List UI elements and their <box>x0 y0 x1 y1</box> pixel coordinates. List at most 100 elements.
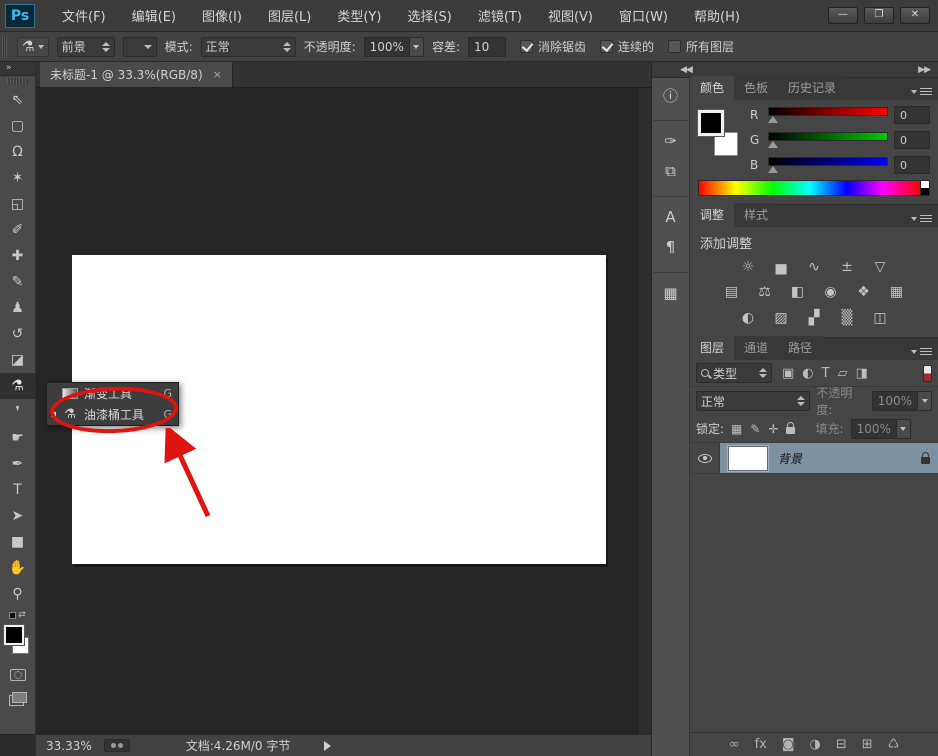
minimize-button[interactable]: — <box>828 7 858 24</box>
opacity-dropdown-button[interactable] <box>410 37 424 57</box>
zoom-level[interactable]: 33.33% <box>46 739 92 753</box>
all-layers-checkbox[interactable]: 所有图层 <box>668 38 734 55</box>
close-icon[interactable]: × <box>213 68 222 81</box>
foreground-color-swatch[interactable] <box>698 110 724 136</box>
selective-color-icon[interactable]: ◫ <box>868 309 892 328</box>
lock-pixels-icon[interactable]: ✎ <box>750 422 760 436</box>
scrollbar[interactable] <box>638 88 651 734</box>
collapse-panels-icon[interactable]: ◀◀ <box>680 65 692 75</box>
brightness-contrast-icon[interactable]: ☼ <box>736 257 760 276</box>
curves-icon[interactable]: ∿ <box>802 257 826 276</box>
tab-styles[interactable]: 样式 <box>734 203 778 227</box>
panel-menu-icon[interactable] <box>911 88 932 100</box>
delete-layer-icon[interactable]: ♺ <box>888 737 900 752</box>
menu-item[interactable]: 文件(F) <box>49 0 119 31</box>
brush-tool[interactable]: ✎ <box>0 269 35 295</box>
layer-style-icon[interactable]: fx <box>755 737 767 752</box>
tab-channels[interactable]: 通道 <box>734 336 778 360</box>
slider-thumb[interactable] <box>768 166 778 173</box>
new-adjustment-icon[interactable]: ◑ <box>809 737 820 752</box>
vibrance-icon[interactable]: ▽ <box>868 257 892 276</box>
history-brush-tool[interactable]: ↺ <box>0 321 35 347</box>
scrubby-zoom-icon[interactable] <box>104 739 130 752</box>
filter-type-icon[interactable]: T <box>822 366 830 381</box>
close-button[interactable]: ✕ <box>900 7 930 24</box>
background-layer-row[interactable]: 背景 <box>690 443 938 474</box>
foreground-color-swatch[interactable] <box>4 625 24 645</box>
tool-preset-picker[interactable]: ⚗ <box>17 37 49 57</box>
filter-pixel-icon[interactable]: ▣ <box>782 366 794 381</box>
hue-saturation-icon[interactable]: ▤ <box>720 283 744 302</box>
menu-item[interactable]: 滤镜(T) <box>465 0 535 31</box>
red-slider-track[interactable] <box>768 107 888 116</box>
eraser-tool[interactable]: ◪ <box>0 347 35 373</box>
eyedropper-tool[interactable]: ✐ <box>0 217 35 243</box>
pen-tool[interactable]: ✒ <box>0 451 35 477</box>
menu-item[interactable]: 图像(I) <box>189 0 255 31</box>
lock-transparency-icon[interactable]: ▦ <box>731 422 742 436</box>
filter-toggle[interactable] <box>923 365 932 382</box>
green-slider-track[interactable] <box>768 132 888 141</box>
info-panel-icon[interactable]: ⓘ <box>654 80 688 110</box>
antialias-checkbox[interactable]: 消除锯齿 <box>520 38 586 55</box>
filter-smart-icon[interactable]: ◨ <box>856 366 868 381</box>
levels-icon[interactable]: ▅ <box>769 257 793 276</box>
clone-source-panel-icon[interactable]: ⧉ <box>654 156 688 186</box>
threshold-icon[interactable]: ▞ <box>802 309 826 328</box>
pattern-dropdown[interactable] <box>123 37 157 57</box>
spectrum-ramp[interactable] <box>698 180 921 196</box>
exposure-icon[interactable]: ± <box>835 257 859 276</box>
swap-colors-icon[interactable]: ⇄ <box>0 607 35 623</box>
gradient-tool-item[interactable]: 渐变工具 G <box>47 383 178 404</box>
maximize-button[interactable]: ❐ <box>864 7 894 24</box>
paint-bucket-tool-item[interactable]: ⚗ 油漆桶工具 G <box>47 404 178 425</box>
channel-mixer-icon[interactable]: ❖ <box>852 283 876 302</box>
smudge-tool[interactable]: ☛ <box>0 425 35 451</box>
posterize-icon[interactable]: ▨ <box>769 309 793 328</box>
toolbar-collapse-chevron[interactable]: » <box>0 62 35 76</box>
blur-tool[interactable]: ❜ <box>0 399 35 425</box>
zoom-tool[interactable]: ⚲ <box>0 581 35 607</box>
invert-icon[interactable]: ◐ <box>736 309 760 328</box>
panel-menu-icon[interactable] <box>911 348 932 360</box>
tab-color[interactable]: 颜色 <box>690 76 734 100</box>
fill-dropdown-button[interactable] <box>897 419 911 439</box>
paragraph-panel-icon[interactable]: ¶ <box>654 232 688 262</box>
path-selection-tool[interactable]: ➤ <box>0 503 35 529</box>
red-value-input[interactable]: 0 <box>894 106 930 124</box>
filter-shape-icon[interactable]: ▱ <box>838 366 848 381</box>
marquee-tool[interactable]: ▢ <box>0 113 35 139</box>
healing-brush-tool[interactable]: ✚ <box>0 243 35 269</box>
shape-tool[interactable]: ■ <box>0 529 35 555</box>
contiguous-checkbox[interactable]: 连续的 <box>600 38 654 55</box>
blend-mode-dropdown[interactable]: 正常 <box>696 391 810 411</box>
filter-adjustment-icon[interactable]: ◐ <box>802 366 813 381</box>
screen-mode-button[interactable] <box>0 687 35 711</box>
crop-tool[interactable]: ◱ <box>0 191 35 217</box>
tab-adjustments[interactable]: 调整 <box>690 203 734 227</box>
panel-menu-icon[interactable] <box>911 215 932 227</box>
menu-item[interactable]: 视图(V) <box>535 0 606 31</box>
paint-bucket-tool[interactable]: ⚗ <box>0 373 35 399</box>
mode-dropdown[interactable]: 正常 <box>201 37 296 57</box>
fill-source-dropdown[interactable]: 前景 <box>57 37 115 57</box>
layer-opacity-value[interactable]: 100% <box>872 391 918 411</box>
menu-item[interactable]: 窗口(W) <box>606 0 681 31</box>
toolbar-grip[interactable] <box>7 78 28 85</box>
brush-panel-icon[interactable]: ✑ <box>654 120 688 156</box>
type-tool[interactable]: T <box>0 477 35 503</box>
timeline-panel-icon[interactable]: ▦ <box>654 272 688 308</box>
green-value-input[interactable]: 0 <box>894 131 930 149</box>
new-group-icon[interactable]: ⊟ <box>836 737 847 752</box>
menu-item[interactable]: 帮助(H) <box>681 0 753 31</box>
blue-value-input[interactable]: 0 <box>894 156 930 174</box>
color-lookup-icon[interactable]: ▦ <box>885 283 909 302</box>
expand-panels-icon[interactable]: ▶▶ <box>918 65 930 75</box>
spectrum-bw-end[interactable] <box>921 180 930 196</box>
opacity-value[interactable]: 100% <box>364 37 410 57</box>
document-tab[interactable]: 未标题-1 @ 33.3%(RGB/8) × <box>40 62 233 87</box>
magic-wand-tool[interactable]: ✶ <box>0 165 35 191</box>
lock-all-icon[interactable] <box>786 427 795 434</box>
character-panel-icon[interactable]: A <box>654 196 688 232</box>
lasso-tool[interactable]: Ω <box>0 139 35 165</box>
